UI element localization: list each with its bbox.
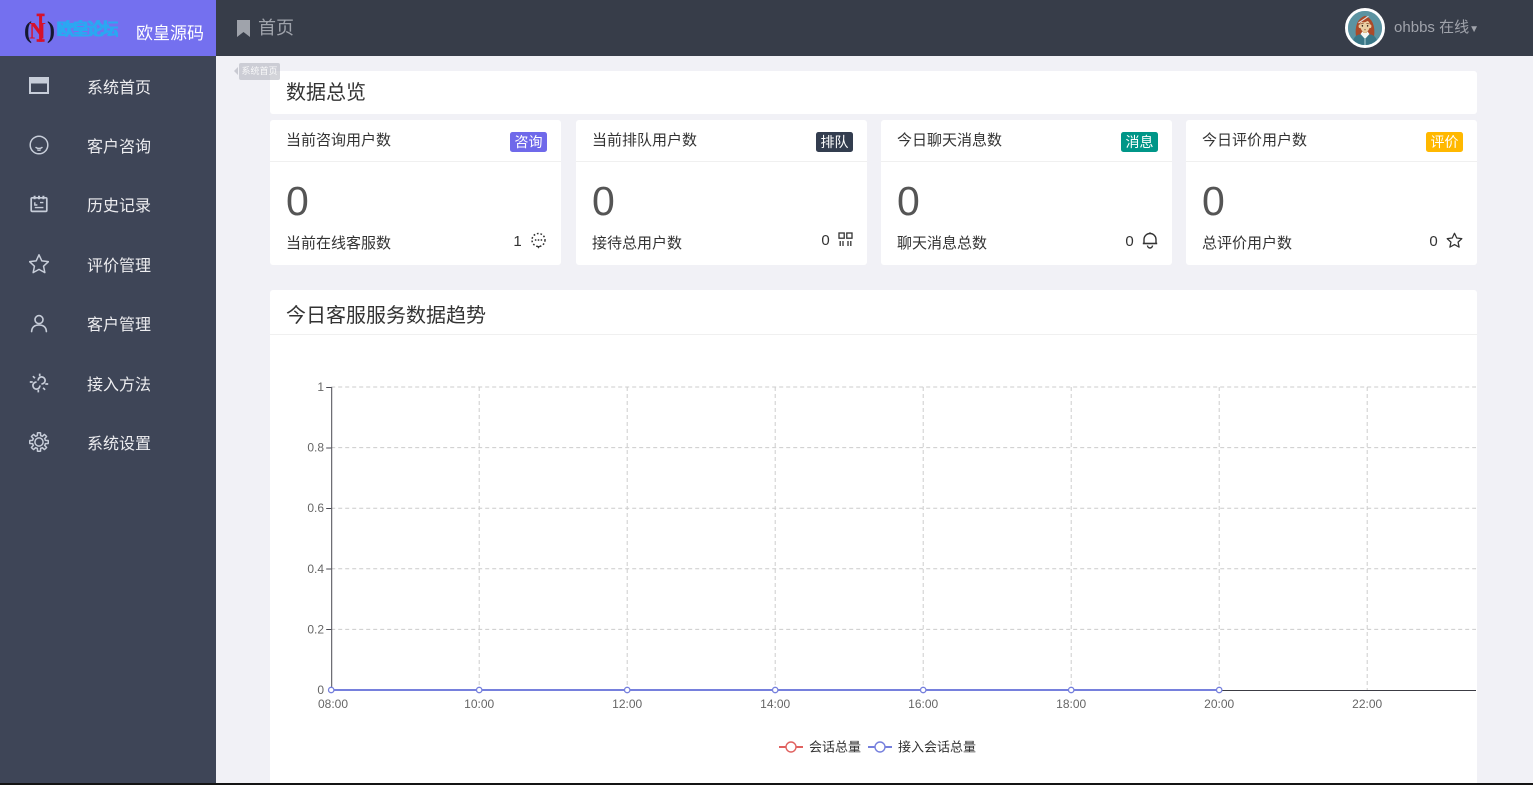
svg-text:22:00: 22:00 (1352, 697, 1382, 711)
svg-text:0: 0 (317, 683, 324, 697)
svg-text:): ) (47, 18, 55, 44)
svg-text:0.2: 0.2 (307, 622, 324, 636)
svg-text:0.4: 0.4 (307, 562, 324, 576)
svg-text:20:00: 20:00 (1204, 697, 1234, 711)
svg-text:16:00: 16:00 (908, 697, 938, 711)
svg-text:1: 1 (317, 380, 324, 394)
svg-text:0.6: 0.6 (307, 501, 324, 515)
svg-text:接入会话总量: 接入会话总量 (898, 740, 976, 755)
svg-text:14:00: 14:00 (760, 697, 790, 711)
svg-text:0.8: 0.8 (307, 441, 324, 455)
svg-text:会话总量: 会话总量 (809, 740, 861, 755)
svg-text:10:00: 10:00 (464, 697, 494, 711)
svg-text:08:00: 08:00 (318, 697, 348, 711)
svg-text:18:00: 18:00 (1056, 697, 1086, 711)
svg-text:12:00: 12:00 (612, 697, 642, 711)
